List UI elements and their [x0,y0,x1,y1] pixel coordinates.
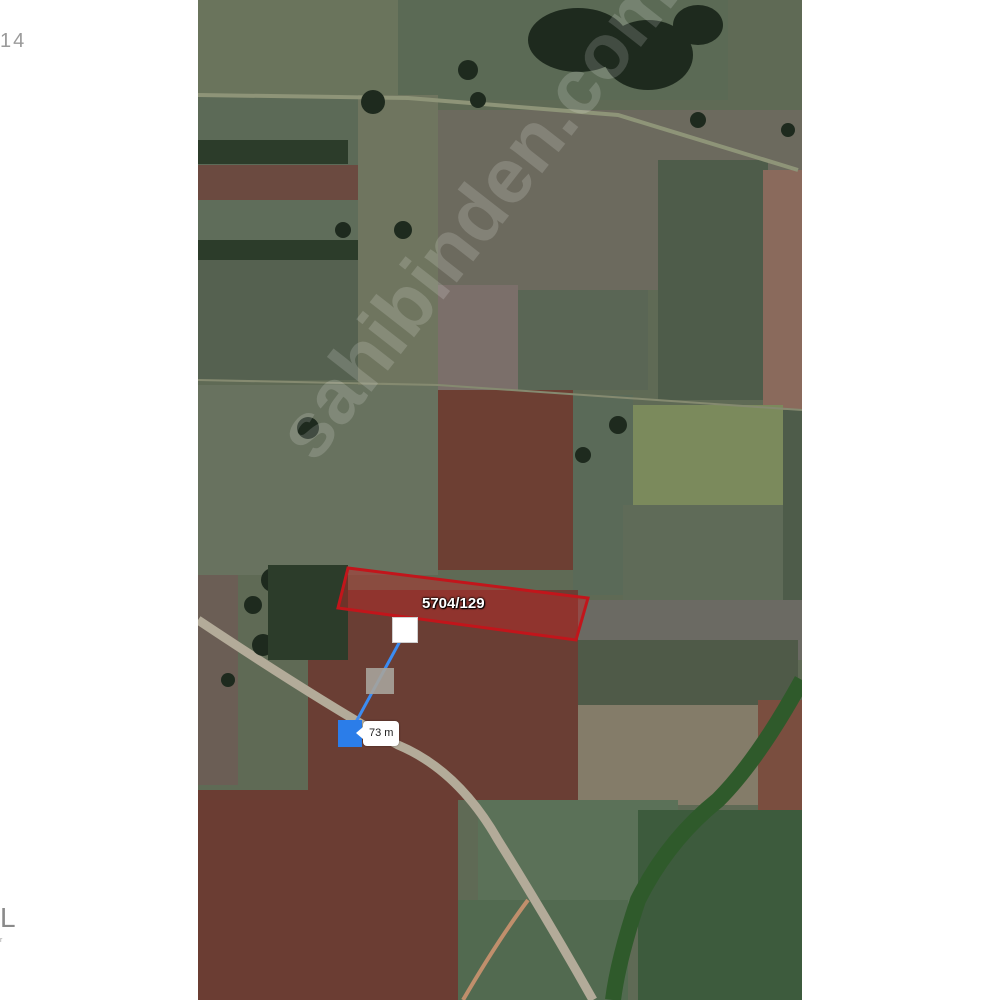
field [198,0,398,95]
parcel-label: 5704/129 [422,595,485,612]
satellite-map[interactable]: sahibinden.com 5704/129 73 m [198,0,802,1000]
midpoint-marker[interactable] [366,668,394,694]
side-small-text: r [0,937,3,944]
distance-badge: 73 m [355,721,400,746]
parcel-marker[interactable] [392,617,418,643]
side-logo-letter: L [0,902,16,933]
side-number-text: 14 [0,30,27,52]
